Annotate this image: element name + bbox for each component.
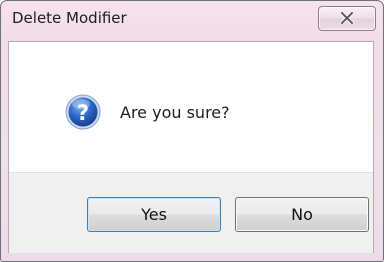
yes-button[interactable]: Yes — [87, 197, 221, 232]
title-bar[interactable]: Delete Modifier — [1, 1, 383, 41]
dialog-body: ? Are you sure? Yes No — [8, 41, 374, 253]
svg-text:?: ? — [77, 101, 89, 125]
dialog-window: Delete Modifier ? Are you sure? Yes No — [0, 0, 384, 262]
close-icon — [340, 12, 354, 24]
window-title: Delete Modifier — [12, 9, 127, 27]
button-bar: Yes No — [9, 172, 373, 253]
message-text: Are you sure? — [120, 103, 230, 122]
close-button[interactable] — [318, 6, 376, 31]
question-icon: ? — [65, 94, 101, 130]
message-area: ? Are you sure? — [9, 42, 373, 172]
no-button[interactable]: No — [235, 197, 369, 232]
